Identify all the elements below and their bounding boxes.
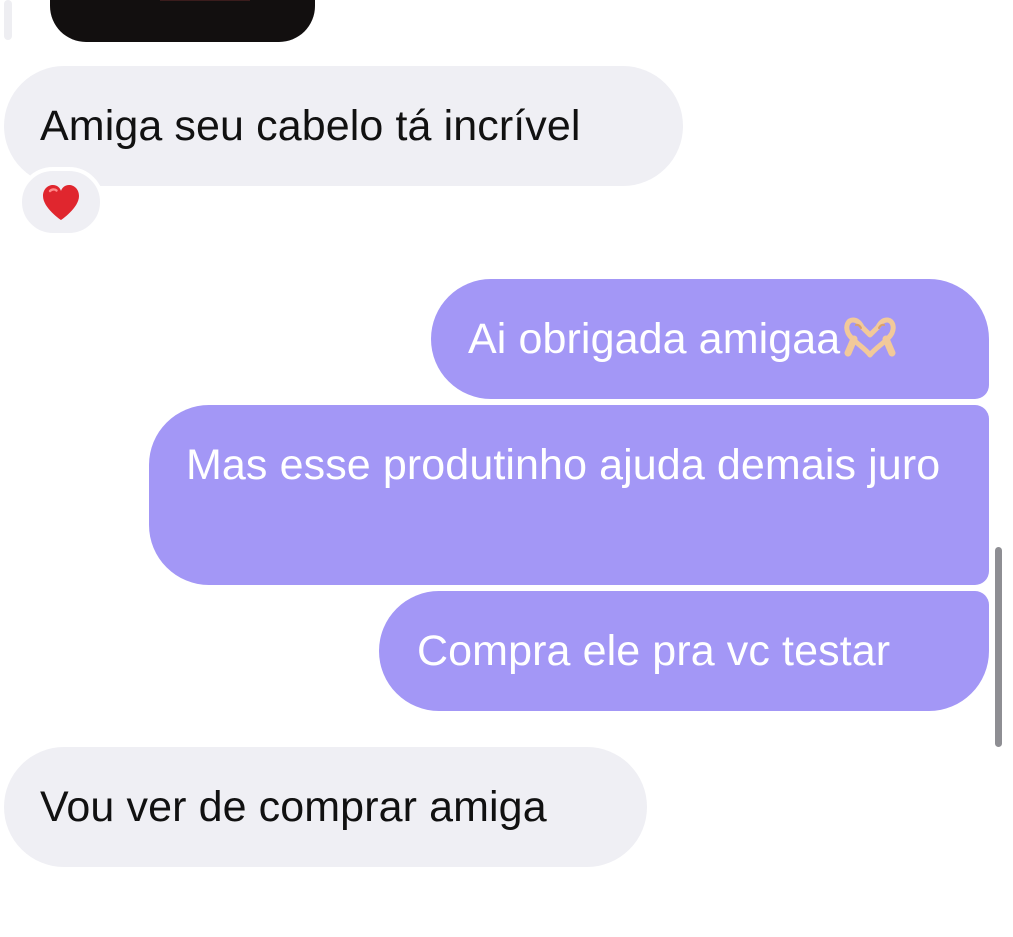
message-text: Ai obrigada amigaa <box>468 315 841 363</box>
message-text: Amiga seu cabelo tá incrível <box>40 102 581 150</box>
reply-thread-line <box>4 0 12 40</box>
media-detail <box>160 0 250 1</box>
message-text: Mas esse produtinho ajuda demais juro <box>186 441 941 489</box>
outgoing-message-bubble[interactable]: Compra ele pra vc testar <box>379 591 989 711</box>
incoming-message-bubble[interactable]: Vou ver de comprar amiga <box>4 747 647 867</box>
chat-thread[interactable]: Amiga seu cabelo tá incrível Ai obrigada… <box>0 0 1013 937</box>
media-attachment-thumbnail[interactable] <box>50 0 315 42</box>
message-text: Vou ver de comprar amiga <box>40 783 547 831</box>
incoming-message-bubble[interactable]: Amiga seu cabelo tá incrível <box>4 66 683 186</box>
scrollbar[interactable] <box>995 547 1002 747</box>
heart-reaction[interactable] <box>18 167 104 237</box>
outgoing-message-bubble[interactable]: Ai obrigada amigaa <box>431 279 989 399</box>
heart-icon <box>43 185 79 220</box>
heart-hands-emoji-icon <box>842 315 898 374</box>
outgoing-message-bubble[interactable]: Mas esse produtinho ajuda demais juro <box>149 405 989 585</box>
message-text: Compra ele pra vc testar <box>417 627 891 675</box>
